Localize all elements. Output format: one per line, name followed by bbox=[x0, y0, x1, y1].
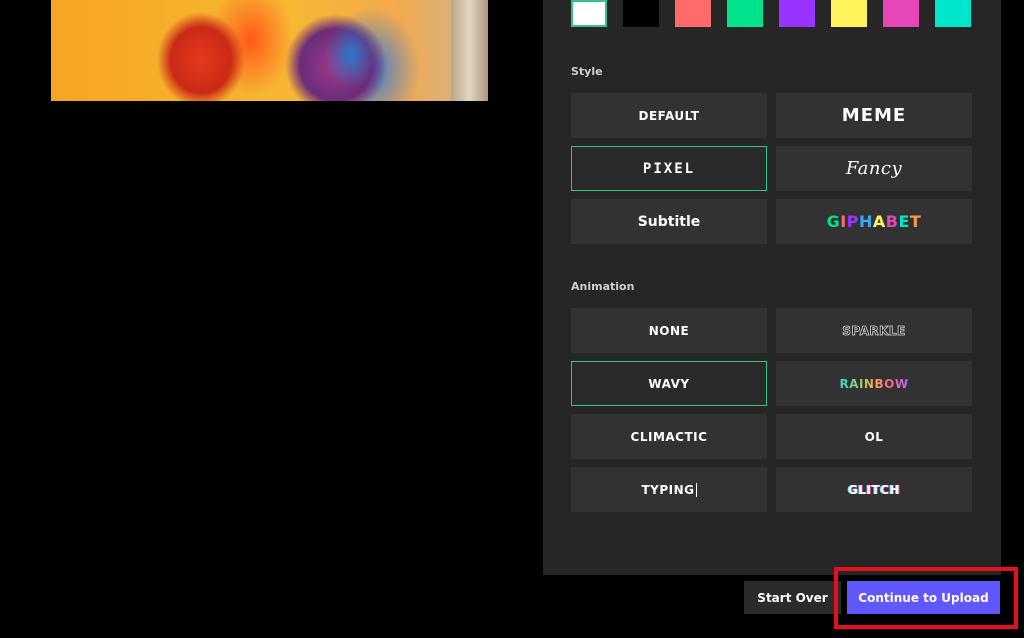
highlight-annotation-box bbox=[834, 567, 1018, 629]
color-swatch-green[interactable] bbox=[727, 0, 763, 27]
animation-option-typing[interactable]: TYPING bbox=[571, 467, 767, 512]
style-option-label: PIXEL bbox=[642, 160, 696, 177]
animation-option-none[interactable]: NONE bbox=[571, 308, 767, 353]
color-swatch-yellow[interactable] bbox=[831, 0, 867, 27]
style-option-meme[interactable]: MEME bbox=[776, 93, 972, 138]
animation-option-sparkle[interactable]: SPARKLE bbox=[776, 308, 972, 353]
giphabet-letter: G bbox=[826, 212, 841, 231]
style-option-label: Fancy bbox=[845, 158, 903, 179]
color-swatch-purple[interactable] bbox=[779, 0, 815, 27]
giphabet-letter: T bbox=[909, 212, 922, 231]
giphabet-letter: B bbox=[885, 212, 899, 231]
animation-option-label: SPARKLE bbox=[842, 323, 906, 338]
animation-option-label: WAVY bbox=[648, 376, 690, 391]
typing-cursor-icon bbox=[695, 482, 697, 497]
style-option-giphabet[interactable]: GIPHABET bbox=[776, 199, 972, 244]
style-option-pixel[interactable]: PIXEL bbox=[571, 146, 767, 191]
animation-option-glitch[interactable]: GLITCH bbox=[776, 467, 972, 512]
caption-options-panel: Style DEFAULT MEME PIXEL Fancy Subtitle … bbox=[543, 0, 1001, 575]
style-option-fancy[interactable]: Fancy bbox=[776, 146, 972, 191]
animation-option-label: CLIMACTIC bbox=[630, 429, 708, 444]
animation-option-label: OL bbox=[864, 429, 884, 444]
start-over-button[interactable]: Start Over bbox=[744, 581, 841, 614]
style-option-label: DEFAULT bbox=[638, 108, 700, 123]
style-option-label: GIPHABET bbox=[827, 212, 922, 231]
animation-option-wavy[interactable]: WAVY bbox=[571, 361, 767, 406]
animation-option-ol[interactable]: OL bbox=[776, 414, 972, 459]
animation-option-label: GLITCH bbox=[848, 482, 900, 497]
style-option-default[interactable]: DEFAULT bbox=[571, 93, 767, 138]
style-option-label: Subtitle bbox=[637, 213, 701, 230]
preview-figure-left bbox=[146, 0, 256, 101]
style-option-label: MEME bbox=[841, 105, 907, 126]
animation-option-label: TYPING bbox=[641, 482, 695, 497]
giphabet-letter: A bbox=[872, 212, 886, 231]
color-swatch-teal[interactable] bbox=[935, 0, 971, 27]
animation-option-climactic[interactable]: CLIMACTIC bbox=[571, 414, 767, 459]
color-swatch-pink[interactable] bbox=[883, 0, 919, 27]
animation-option-label: NONE bbox=[648, 323, 690, 338]
color-swatch-black[interactable] bbox=[623, 0, 659, 27]
animation-section-label: Animation bbox=[571, 280, 635, 293]
style-section-label: Style bbox=[571, 65, 603, 78]
animation-option-rainbow[interactable]: RAINBOW bbox=[776, 361, 972, 406]
gif-preview-image bbox=[51, 0, 488, 101]
animation-option-label: RAINBOW bbox=[839, 376, 909, 391]
style-option-subtitle[interactable]: Subtitle bbox=[571, 199, 767, 244]
color-swatch-white[interactable] bbox=[571, 0, 607, 27]
preview-figure-right bbox=[276, 0, 396, 101]
giphabet-letter: P bbox=[846, 212, 859, 231]
color-swatch-red[interactable] bbox=[675, 0, 711, 27]
gif-caption-editor: Style DEFAULT MEME PIXEL Fancy Subtitle … bbox=[0, 0, 1024, 638]
preview-pillar bbox=[451, 0, 488, 101]
giphabet-letter: H bbox=[858, 212, 873, 231]
giphabet-letter: E bbox=[898, 212, 910, 231]
